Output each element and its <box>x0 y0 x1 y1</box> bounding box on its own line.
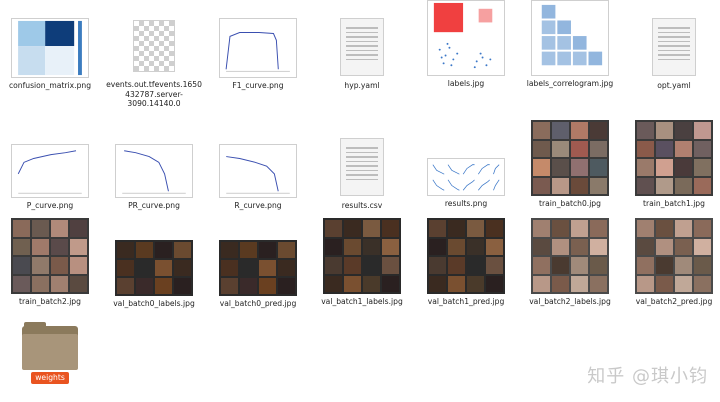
file-label: F1_curve.png <box>232 81 284 90</box>
file-labels-jpg[interactable]: labels.jpg <box>416 0 516 89</box>
file-label: labels_correlogram.jpg <box>526 79 614 88</box>
correlogram-thumbnail <box>531 0 609 76</box>
file-label: val_batch0_labels.jpg <box>113 299 195 308</box>
val-batch2-pred-thumbnail <box>635 218 713 294</box>
file-val-batch0-pred[interactable]: val_batch0_pred.jpg <box>208 240 308 309</box>
file-label: results.csv <box>341 201 383 210</box>
folder-label: weights <box>31 372 69 384</box>
train-batch0-thumbnail <box>531 120 609 196</box>
generic-file-icon <box>133 20 175 72</box>
val-batch2-labels-thumbnail <box>531 218 609 294</box>
file-label: val_batch2_labels.jpg <box>529 297 611 306</box>
file-hyp-yaml[interactable]: hyp.yaml <box>312 18 412 91</box>
folder-icon <box>22 322 78 370</box>
file-label: hyp.yaml <box>344 81 380 90</box>
file-train-batch1[interactable]: train_batch1.jpg <box>624 120 720 209</box>
file-r-curve[interactable]: R_curve.png <box>208 144 308 211</box>
file-label: val_batch1_pred.jpg <box>427 297 505 306</box>
labels-thumbnail <box>427 0 505 76</box>
file-f1-curve[interactable]: F1_curve.png <box>208 18 308 91</box>
results-thumbnail <box>427 158 505 196</box>
file-label: confusion_matrix.png <box>8 81 92 90</box>
train-batch2-thumbnail <box>11 218 89 294</box>
train-batch1-thumbnail <box>635 120 713 196</box>
file-results-csv[interactable]: results.csv <box>312 138 412 211</box>
file-label: results.png <box>444 199 488 208</box>
r-curve-thumbnail <box>219 144 297 198</box>
folder-weights[interactable]: weights <box>0 322 100 384</box>
f1-curve-thumbnail <box>219 18 297 78</box>
file-events[interactable]: events.out.tfevents.1650432787.server-30… <box>104 18 204 109</box>
pr-curve-thumbnail <box>115 144 193 198</box>
file-label: train_batch1.jpg <box>643 199 705 208</box>
file-label: P_curve.png <box>26 201 74 210</box>
file-p-curve[interactable]: P_curve.png <box>0 144 100 211</box>
file-results-png[interactable]: results.png <box>416 158 516 209</box>
file-opt-yaml[interactable]: opt.yaml <box>624 18 720 91</box>
text-file-icon <box>340 18 384 76</box>
val-batch1-pred-thumbnail <box>427 218 505 294</box>
file-label: val_batch1_labels.jpg <box>321 297 403 306</box>
file-train-batch0[interactable]: train_batch0.jpg <box>520 120 620 209</box>
file-val-batch2-labels[interactable]: val_batch2_labels.jpg <box>520 218 620 307</box>
file-label: val_batch2_pred.jpg <box>635 297 713 306</box>
watermark: 知乎 @琪小钧 <box>587 366 708 387</box>
file-pr-curve[interactable]: PR_curve.png <box>104 144 204 211</box>
file-label: train_batch2.jpg <box>19 297 81 306</box>
file-grid: confusion_matrix.png events.out.tfevents… <box>0 0 720 402</box>
file-label: events.out.tfevents.1650432787.server-30… <box>106 80 202 108</box>
file-val-batch0-labels[interactable]: val_batch0_labels.jpg <box>104 240 204 309</box>
file-label: R_curve.png <box>234 201 282 210</box>
file-confusion-matrix[interactable]: confusion_matrix.png <box>0 18 100 91</box>
file-val-batch1-labels[interactable]: val_batch1_labels.jpg <box>312 218 412 307</box>
confusion-matrix-thumbnail <box>11 18 89 78</box>
val-batch1-labels-thumbnail <box>323 218 401 294</box>
text-file-icon <box>652 18 696 76</box>
file-label: PR_curve.png <box>128 201 180 210</box>
text-file-icon <box>340 138 384 196</box>
file-label: labels.jpg <box>447 79 485 88</box>
file-label: train_batch0.jpg <box>539 199 601 208</box>
file-label: opt.yaml <box>657 81 691 90</box>
val-batch0-pred-thumbnail <box>219 240 297 296</box>
file-labels-correlogram[interactable]: labels_correlogram.jpg <box>520 0 620 89</box>
file-val-batch1-pred[interactable]: val_batch1_pred.jpg <box>416 218 516 307</box>
file-label: val_batch0_pred.jpg <box>219 299 297 308</box>
file-val-batch2-pred[interactable]: val_batch2_pred.jpg <box>624 218 720 307</box>
p-curve-thumbnail <box>11 144 89 198</box>
val-batch0-labels-thumbnail <box>115 240 193 296</box>
file-train-batch2[interactable]: train_batch2.jpg <box>0 218 100 307</box>
